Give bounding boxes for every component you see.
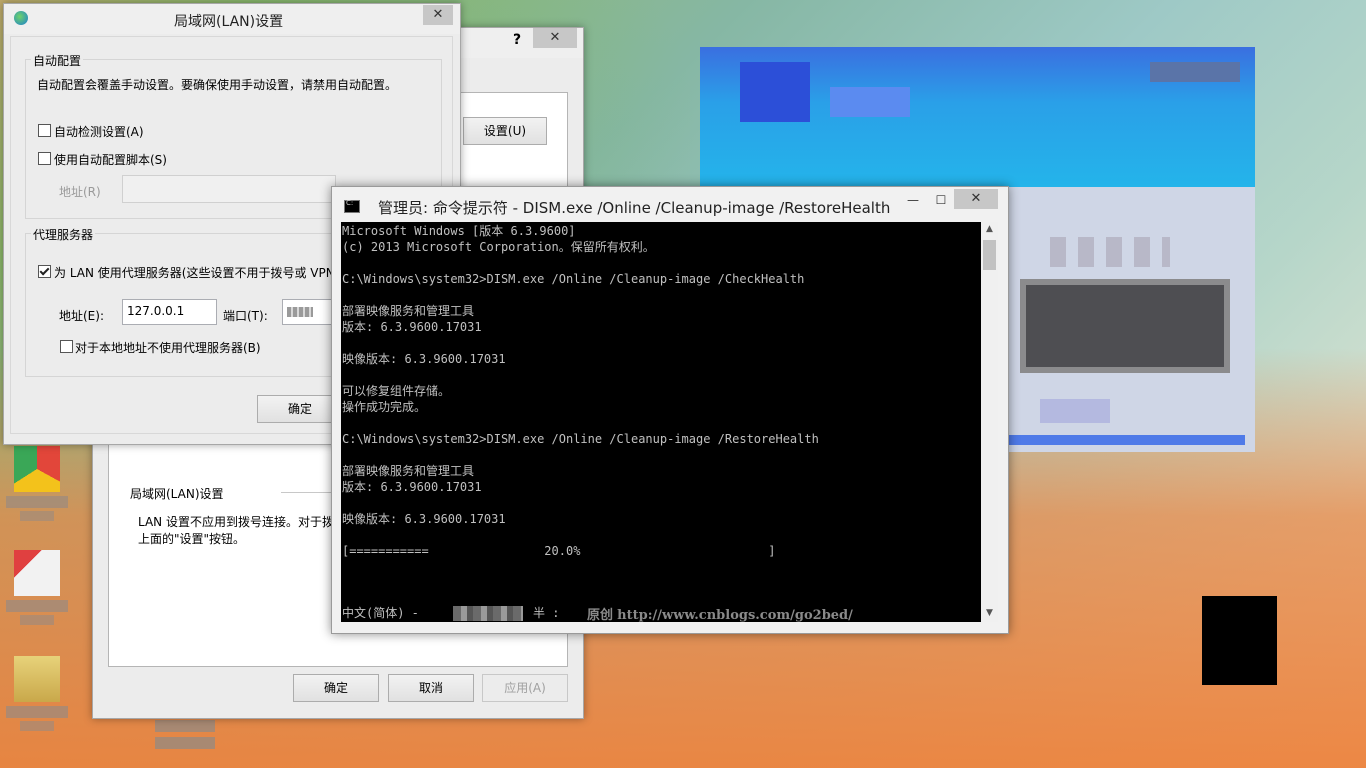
redacted-port <box>287 307 313 317</box>
console-line: C:\Windows\system32>DISM.exe /Online /Cl… <box>342 432 819 446</box>
scroll-down-icon[interactable]: ▼ <box>981 608 998 618</box>
blurred-block <box>1150 62 1240 82</box>
auto-config-group-label: 自动配置 <box>31 52 84 69</box>
black-rectangle <box>1202 596 1277 685</box>
blurred-panel <box>1020 279 1230 373</box>
blurred-block <box>1050 237 1170 267</box>
watermark: 原创 http://www.cnblogs.com/go2bed/ <box>587 604 853 622</box>
desktop-icon-label <box>6 600 68 612</box>
auto-detect-label: 自动检测设置(A) <box>54 125 144 139</box>
cancel-button[interactable]: 取消 <box>388 674 474 702</box>
console-output[interactable]: 中文(简体) - 半 : 原创 http://www.cnblogs.com/g… <box>341 222 981 622</box>
blurred-block <box>740 62 810 122</box>
ime-status-prefix: 中文(简体) - <box>342 606 427 620</box>
desktop-icon-label <box>6 706 68 718</box>
bypass-local-checkbox[interactable] <box>60 340 73 353</box>
console-line: 部署映像服务和管理工具 <box>342 304 475 318</box>
lan-settings-title: 局域网(LAN)设置 <box>174 14 284 30</box>
console-line: 操作成功完成。 <box>342 400 427 414</box>
console-line: 可以修复组件存储。 <box>342 384 451 398</box>
script-address-input[interactable] <box>122 175 336 203</box>
watermark-url: http://www.cnblogs.com/go2bed/ <box>617 608 853 622</box>
app-icon <box>14 550 60 596</box>
desktop-icon-label <box>155 737 215 749</box>
minimize-button[interactable]: — <box>898 190 928 210</box>
desktop-icon-label <box>6 496 68 508</box>
command-prompt-window: 管理员: 命令提示符 - DISM.exe /Online /Cleanup-i… <box>331 186 1009 634</box>
folder-icon <box>14 656 60 702</box>
desktop-icon-chrome[interactable] <box>0 446 74 521</box>
console-line: 版本: 6.3.9600.17031 <box>342 320 482 334</box>
bypass-local-label: 对于本地地址不使用代理服务器(B) <box>75 341 261 355</box>
desktop-icon-label <box>20 615 54 625</box>
console-line: 部署映像服务和管理工具 <box>342 464 475 478</box>
ok-button[interactable]: 确定 <box>293 674 379 702</box>
lan-section-description: LAN 设置不应用到拨号连接。对于拨 <box>138 515 334 529</box>
console-line: [=========== 20.0% ] <box>342 544 776 558</box>
desktop-icon-label <box>155 720 215 732</box>
blurred-button <box>1040 399 1110 423</box>
chrome-icon <box>14 446 60 492</box>
use-proxy-checkbox[interactable] <box>38 265 51 278</box>
scroll-up-icon[interactable]: ▲ <box>981 224 998 234</box>
proxy-port-input[interactable] <box>282 299 336 325</box>
internet-options-close-button[interactable]: ✕ <box>533 28 577 48</box>
console-line: 版本: 6.3.9600.17031 <box>342 480 482 494</box>
console-close-button[interactable]: ✕ <box>954 189 998 209</box>
ime-status-suffix: 半 : <box>533 606 560 620</box>
proxy-group-label: 代理服务器 <box>31 226 96 243</box>
console-icon <box>344 199 360 213</box>
blurred-bar <box>1005 435 1245 445</box>
console-line: Microsoft Windows [版本 6.3.9600] <box>342 224 576 238</box>
auto-detect-checkbox[interactable] <box>38 124 51 137</box>
proxy-port-label: 端口(T): <box>223 309 268 323</box>
auto-config-description: 自动配置会覆盖手动设置。要确保使用手动设置，请禁用自动配置。 <box>37 78 398 92</box>
desktop-icon-folder[interactable] <box>0 656 74 731</box>
blurred-block <box>830 87 910 117</box>
proxy-address-label: 地址(E): <box>59 309 104 323</box>
redacted-ime-text <box>453 606 523 621</box>
apply-button[interactable]: 应用(A) <box>482 674 568 702</box>
console-line: 映像版本: 6.3.9600.17031 <box>342 512 506 526</box>
proxy-address-value: 127.0.0.1 <box>127 304 185 318</box>
desktop-icon-label <box>20 511 54 521</box>
scroll-thumb[interactable] <box>983 240 996 270</box>
lan-settings-close-button[interactable]: ✕ <box>423 5 453 25</box>
settings-button[interactable]: 设置(U) <box>463 117 547 145</box>
desktop-icon-label <box>20 721 54 731</box>
lan-section-title: 局域网(LAN)设置 <box>130 487 224 501</box>
console-line: 映像版本: 6.3.9600.17031 <box>342 352 506 366</box>
use-script-label: 使用自动配置脚本(S) <box>54 153 167 167</box>
console-title: 管理员: 命令提示符 - DISM.exe /Online /Cleanup-i… <box>378 199 891 217</box>
console-scrollbar[interactable]: ▲ ▼ <box>981 222 998 622</box>
console-line: (c) 2013 Microsoft Corporation。保留所有权利。 <box>342 240 655 254</box>
internet-settings-icon <box>14 11 28 25</box>
maximize-button[interactable]: ☐ <box>926 190 956 210</box>
use-proxy-label: 为 LAN 使用代理服务器(这些设置不用于拨号或 VPN <box>54 266 335 280</box>
lan-section-description: 上面的"设置"按钮。 <box>138 532 246 546</box>
proxy-address-input[interactable]: 127.0.0.1 <box>122 299 217 325</box>
help-button[interactable]: ? <box>513 32 521 48</box>
watermark-label: 原创 <box>587 608 614 622</box>
console-line: C:\Windows\system32>DISM.exe /Online /Cl… <box>342 272 805 286</box>
desktop-icon-app[interactable] <box>0 550 74 625</box>
use-script-checkbox[interactable] <box>38 152 51 165</box>
script-address-label: 地址(R) <box>59 185 101 199</box>
